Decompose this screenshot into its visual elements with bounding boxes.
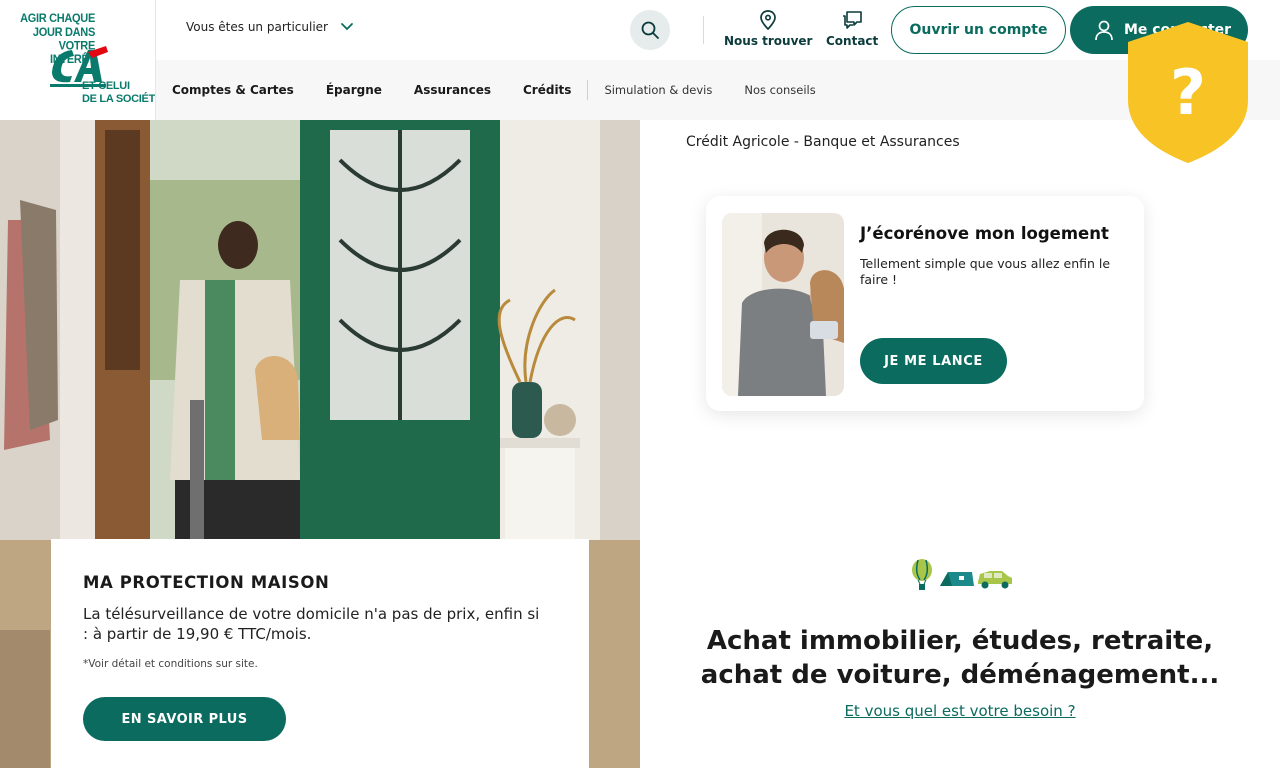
nav-item-credits[interactable]: Crédits <box>523 83 571 97</box>
renovation-photo <box>722 213 844 396</box>
je-me-lance-button[interactable]: JE ME LANCE <box>860 338 1007 384</box>
profile-select[interactable]: Vous êtes un particulier <box>186 20 354 34</box>
search-icon <box>641 21 659 39</box>
en-savoir-plus-button[interactable]: EN SAVOIR PLUS <box>83 697 286 741</box>
nav-item-assurances[interactable]: Assurances <box>414 83 491 97</box>
logo[interactable]: AGIR CHAQUE JOUR DANS VOTRE INTÉRÊT ET C… <box>0 0 156 120</box>
user-icon <box>1095 20 1113 41</box>
nous-trouver-label: Nous trouver <box>724 34 813 48</box>
contact-label: Contact <box>826 34 879 48</box>
promo-note: *Voir détail et conditions sur site. <box>83 658 258 670</box>
hero-banner: MA PROTECTION MAISON La télésurveillance… <box>0 120 640 768</box>
open-account-label: Ouvrir un compte <box>909 22 1048 38</box>
nav-item-simulation-devis[interactable]: Simulation & devis <box>604 83 712 97</box>
renovation-title: J’écorénove mon logement <box>860 224 1109 243</box>
couple-photo-illustration <box>722 213 844 396</box>
promo-text: La télésurveillance de votre domicile n'… <box>83 605 540 643</box>
nav-item-nos-conseils[interactable]: Nos conseils <box>744 83 815 97</box>
help-shield-badge[interactable]: ? <box>1126 20 1250 165</box>
page-title: Crédit Agricole - Banque et Assurances <box>686 134 960 150</box>
nous-trouver-link[interactable]: Nous trouver <box>724 10 812 48</box>
main-nav: Comptes & Cartes Épargne Assurances Créd… <box>156 60 1280 120</box>
profile-select-label: Vous êtes un particulier <box>186 20 328 34</box>
help-question-mark: ? <box>1170 56 1206 129</box>
logo-tagline-bottom: ET CELUI DE LA SOCIÉTÉ <box>82 80 156 105</box>
tent-icon <box>940 572 974 586</box>
chat-bubbles-icon <box>843 11 862 29</box>
needs-link[interactable]: Et vous quel est votre besoin ? <box>686 702 1234 720</box>
promo-title: MA PROTECTION MAISON <box>83 573 330 592</box>
nav-item-epargne[interactable]: Épargne <box>326 83 382 97</box>
nav-item-comptes-cartes[interactable]: Comptes & Cartes <box>172 83 294 97</box>
search-button[interactable] <box>630 10 670 50</box>
renovation-card: J’écorénove mon logement Tellement simpl… <box>706 196 1144 411</box>
needs-heading: Achat immobilier, études, retraite, acha… <box>700 626 1220 690</box>
nav-divider <box>587 80 589 100</box>
needs-icons <box>912 559 1012 590</box>
contact-link[interactable]: Contact <box>826 10 878 48</box>
top-bar: Vous êtes un particulier Nous trouver Co… <box>156 0 1280 60</box>
promo-card: MA PROTECTION MAISON La télésurveillance… <box>51 539 589 768</box>
renovation-text: Tellement simple que vous allez enfin le… <box>860 256 1111 287</box>
hot-air-balloon-icon <box>912 559 932 590</box>
chevron-down-icon <box>341 23 353 31</box>
car-icon <box>978 571 1012 589</box>
location-pin-icon <box>760 10 777 30</box>
open-account-button[interactable]: Ouvrir un compte <box>891 6 1066 54</box>
divider <box>703 16 704 44</box>
